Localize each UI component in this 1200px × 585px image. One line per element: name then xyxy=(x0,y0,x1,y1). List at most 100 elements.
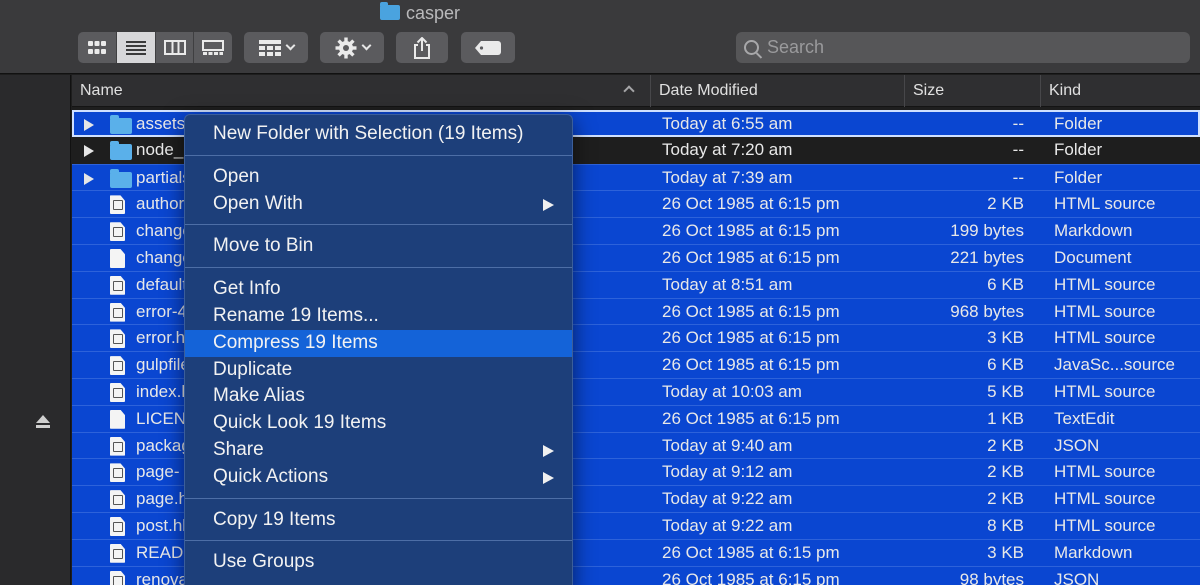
folder-icon xyxy=(110,168,132,188)
eject-icon[interactable] xyxy=(36,415,50,428)
menu-item-quick-actions[interactable]: Quick Actions xyxy=(185,464,572,491)
file-kind: Folder xyxy=(1054,114,1103,133)
document-icon xyxy=(110,409,125,429)
file-kind: Markdown xyxy=(1054,221,1133,241)
date-modified: Today at 9:22 am xyxy=(662,489,793,509)
menu-item-label: Open With xyxy=(213,192,303,214)
date-modified: 26 Oct 1985 at 6:15 pm xyxy=(662,328,840,348)
toolbar: casper xyxy=(0,0,1200,74)
menu-item-compress-19-items[interactable]: Compress 19 Items xyxy=(185,329,572,357)
folder-icon xyxy=(110,115,132,134)
source-file-icon xyxy=(110,275,125,295)
file-size: 98 bytes xyxy=(959,569,1024,585)
document-icon xyxy=(110,248,125,268)
menu-item-share[interactable]: Share xyxy=(185,437,572,464)
icon-grid-icon xyxy=(88,40,106,54)
date-modified: 26 Oct 1985 at 6:15 pm xyxy=(662,542,840,562)
menu-item-label: Compress 19 Items xyxy=(213,331,378,353)
column-header-size[interactable]: Size xyxy=(904,75,1040,107)
source-file-icon xyxy=(110,356,125,376)
file-kind: HTML source xyxy=(1054,381,1156,401)
column-header-kind[interactable]: Kind xyxy=(1040,75,1200,107)
menu-item-get-info[interactable]: Get Info xyxy=(185,276,572,303)
file-size: 2 KB xyxy=(987,194,1024,214)
list-view-button[interactable] xyxy=(117,32,156,63)
disclosure-triangle-icon[interactable] xyxy=(84,172,94,185)
file-kind: JavaSc...source xyxy=(1054,355,1175,375)
file-kind: JSON xyxy=(1054,569,1100,585)
menu-item-rename-19-items[interactable]: Rename 19 Items... xyxy=(185,303,572,330)
file-size: -- xyxy=(1012,167,1024,187)
menu-separator xyxy=(185,540,572,542)
file-size: 3 KB xyxy=(987,328,1024,348)
gallery-icon xyxy=(202,40,224,55)
file-size: 2 KB xyxy=(987,489,1024,509)
file-size: -- xyxy=(1012,114,1024,133)
file-size: 2 KB xyxy=(987,462,1024,482)
sidebar xyxy=(0,75,71,585)
date-modified: Today at 10:03 am xyxy=(662,381,802,401)
tag-button[interactable] xyxy=(461,32,515,63)
file-size: -- xyxy=(1012,139,1024,159)
file-size: 6 KB xyxy=(987,355,1024,375)
search-input[interactable] xyxy=(767,37,1167,58)
menu-item-move-to-bin[interactable]: Move to Bin xyxy=(185,233,572,260)
file-size: 1 KB xyxy=(987,408,1024,428)
file-size: 6 KB xyxy=(987,274,1024,294)
gallery-view-button[interactable] xyxy=(194,32,232,63)
date-modified: Today at 7:39 am xyxy=(662,167,793,187)
date-modified: Today at 9:40 am xyxy=(662,435,793,455)
source-file-icon xyxy=(110,570,125,585)
group-icon xyxy=(258,39,281,56)
column-header-name[interactable]: Name xyxy=(72,75,650,107)
menu-item-label: Use Groups xyxy=(213,551,315,573)
folder-icon xyxy=(379,2,400,20)
menu-item-use-groups[interactable]: Use Groups xyxy=(185,549,572,576)
menu-separator xyxy=(185,497,572,499)
date-modified: Today at 7:20 am xyxy=(662,139,793,159)
date-modified: Today at 9:22 am xyxy=(662,515,793,535)
menu-item-open[interactable]: Open xyxy=(185,164,572,191)
action-button[interactable] xyxy=(320,32,384,63)
date-modified: 26 Oct 1985 at 6:15 pm xyxy=(662,221,840,241)
date-modified: Today at 9:12 am xyxy=(662,462,793,482)
share-button[interactable] xyxy=(396,32,448,63)
icon-view-button[interactable] xyxy=(78,32,117,63)
source-file-icon xyxy=(110,222,125,242)
columns-icon xyxy=(163,40,186,55)
source-file-icon xyxy=(110,195,125,215)
menu-item-label: Open xyxy=(213,165,260,187)
column-header-date[interactable]: Date Modified xyxy=(650,75,904,107)
view-mode-control xyxy=(78,32,232,63)
menu-item-label: Move to Bin xyxy=(213,235,314,257)
disclosure-triangle-icon[interactable] xyxy=(84,144,94,157)
column-header: Name Date Modified Size Kind xyxy=(72,75,1200,107)
file-kind: HTML source xyxy=(1054,462,1156,482)
source-file-icon xyxy=(110,436,125,456)
menu-item-new-folder-with-selection-19-items[interactable]: New Folder with Selection (19 Items) xyxy=(185,121,572,148)
date-modified: 26 Oct 1985 at 6:15 pm xyxy=(662,301,840,321)
menu-item-duplicate[interactable]: Duplicate xyxy=(185,357,572,384)
menu-item-make-alias[interactable]: Make Alias xyxy=(185,383,572,410)
tag-icon xyxy=(475,40,501,55)
submenu-arrow-icon xyxy=(543,198,554,211)
file-kind: Document xyxy=(1054,247,1132,267)
menu-item-label: Get Info xyxy=(213,278,281,300)
file-kind: HTML source xyxy=(1054,274,1156,294)
column-view-button[interactable] xyxy=(156,32,194,63)
gear-icon xyxy=(335,37,356,58)
submenu-arrow-icon xyxy=(543,444,554,457)
file-size: 3 KB xyxy=(987,542,1024,562)
search-field[interactable] xyxy=(736,32,1190,63)
source-file-icon xyxy=(110,490,125,510)
group-button[interactable] xyxy=(244,32,308,63)
source-file-icon xyxy=(110,302,125,322)
list-icon xyxy=(126,40,146,55)
source-file-icon xyxy=(110,543,125,563)
menu-item-quick-look-19-items[interactable]: Quick Look 19 Items xyxy=(185,410,572,437)
file-kind: TextEdit xyxy=(1054,408,1115,428)
disclosure-triangle-icon[interactable] xyxy=(84,119,94,131)
menu-item-copy-19-items[interactable]: Copy 19 Items xyxy=(185,507,572,534)
menu-item-open-with[interactable]: Open With xyxy=(185,191,572,218)
menu-item-label: Duplicate xyxy=(213,358,293,380)
